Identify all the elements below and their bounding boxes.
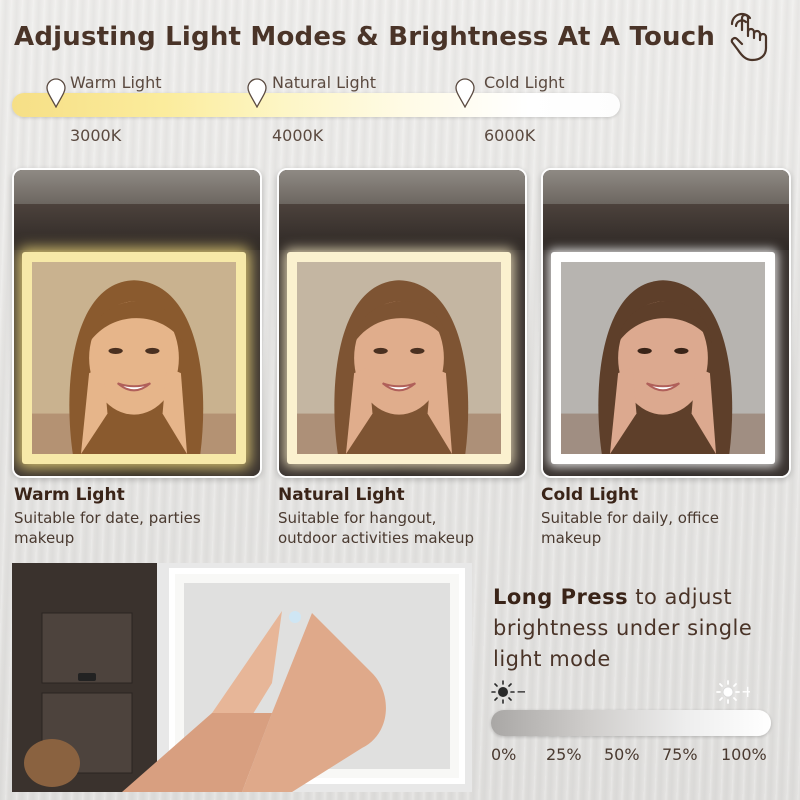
sun-bright-icon: + xyxy=(716,680,750,704)
kelvin-4000: 4000K xyxy=(272,126,324,145)
warm-light-title: Warm Light xyxy=(14,485,125,505)
warm-light-label: Warm Light xyxy=(70,73,162,92)
kelvin-6000: 6000K xyxy=(484,126,536,145)
kelvin-3000: 3000K xyxy=(70,126,122,145)
minus-symbol: − xyxy=(516,682,525,701)
warm-light-description: Suitable for date, parties makeup xyxy=(14,509,201,547)
cold-light-label: Cold Light xyxy=(484,73,565,92)
finger-touch-image xyxy=(12,563,472,792)
plus-symbol: + xyxy=(741,682,750,701)
location-pin-icon xyxy=(247,78,267,108)
page-title: Adjusting Light Modes & Brightness At A … xyxy=(14,22,716,52)
brightness-75: 75% xyxy=(662,745,698,764)
woman-face-image xyxy=(561,262,765,454)
brightness-50: 50% xyxy=(604,745,640,764)
brightness-bar xyxy=(491,710,771,736)
woman-face-image xyxy=(32,262,236,454)
brightness-0: 0% xyxy=(491,745,517,764)
touch-sensor-photo xyxy=(12,563,472,792)
long-press-instructions: Long Press to adjust brightness under si… xyxy=(493,585,753,671)
location-pin-icon xyxy=(455,78,475,108)
sun-dim-icon: − xyxy=(491,680,525,704)
cold-light-description: Suitable for daily, office makeup xyxy=(541,509,719,547)
location-pin-icon xyxy=(46,78,66,108)
cold-light-photo xyxy=(541,168,791,478)
cold-light-title: Cold Light xyxy=(541,485,639,505)
woman-face-image xyxy=(297,262,501,454)
natural-light-title: Natural Light xyxy=(278,485,405,505)
warm-light-photo xyxy=(12,168,262,478)
natural-light-photo xyxy=(277,168,527,478)
touch-hand-icon xyxy=(730,12,768,62)
brightness-100: 100% xyxy=(721,745,767,764)
brightness-25: 25% xyxy=(546,745,582,764)
color-temperature-bar xyxy=(12,93,620,117)
natural-light-description: Suitable for hangout, outdoor activities … xyxy=(278,509,474,547)
natural-light-label: Natural Light xyxy=(272,73,377,92)
